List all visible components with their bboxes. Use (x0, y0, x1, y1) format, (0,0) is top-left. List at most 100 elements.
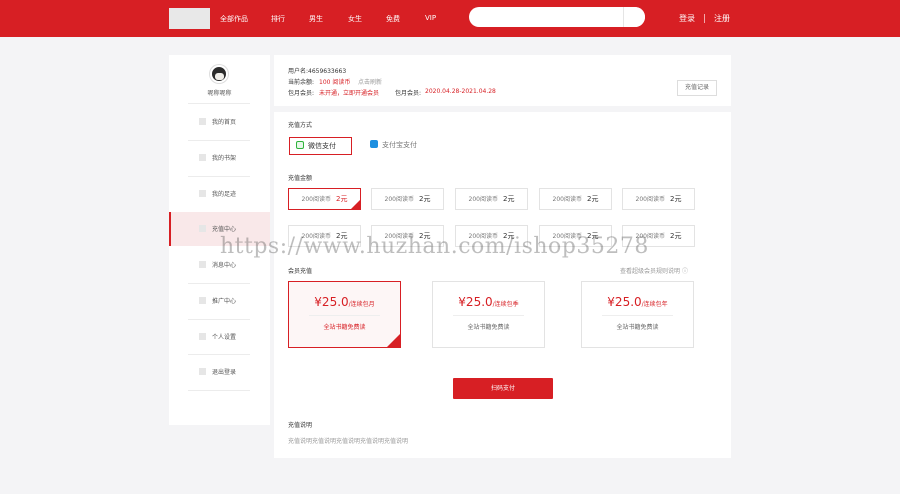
amount-coins: 200阅读币 (468, 196, 498, 203)
amount-price: 2元 (669, 195, 682, 203)
register-link[interactable]: 注册 (714, 13, 730, 24)
avatar-face (215, 73, 224, 80)
vip-price-unit: /连续包年 (641, 301, 668, 308)
avatar[interactable] (210, 65, 228, 83)
vip-price: ¥25.0/连续包季 (433, 295, 544, 309)
alipay-label: 支付宝支付 (382, 141, 417, 149)
nav-female[interactable]: 女生 (348, 14, 362, 24)
amount-option[interactable]: 200阅读币 2元 (622, 188, 695, 210)
recharge-log-button[interactable]: 充值记录 (677, 80, 717, 96)
top-bar: 全部作品 排行 男生 女生 免费 VIP 登录 注册 (0, 0, 900, 37)
wechat-icon (296, 141, 304, 149)
vip-plan-yearly[interactable]: ¥25.0/连续包年 全站书籍免费读 (581, 281, 694, 348)
sidebar-item-home[interactable]: 我的首页 (169, 105, 270, 139)
sidebar-item-settings[interactable]: 个人设置 (169, 320, 270, 354)
search-button[interactable] (623, 7, 645, 27)
sidebar-item-label: 充值中心 (212, 226, 237, 233)
sidebar-item-bookshelf[interactable]: 我的书架 (169, 141, 270, 175)
footprint-icon (199, 190, 206, 197)
amount-coins: 200阅读币 (301, 196, 331, 203)
home-icon (199, 118, 206, 125)
sidebar-item-promotion[interactable]: 推广中心 (169, 284, 270, 318)
sidebar-item-label: 退出登录 (212, 369, 237, 376)
selected-corner (387, 334, 400, 347)
amount-price: 2元 (335, 195, 348, 203)
wechat-pay-option[interactable]: 微信支付 (289, 137, 352, 155)
login-link[interactable]: 登录 (679, 13, 695, 24)
sidebar-item-logout[interactable]: 退出登录 (169, 355, 270, 389)
vip-price: ¥25.0/连续包年 (582, 295, 693, 309)
monthly-period-label: 包月会员: (395, 90, 422, 97)
vip-divider (453, 315, 524, 316)
vip-price-unit: /连续包月 (348, 301, 375, 308)
note-text: 充值说明充值说明充值说明充值说明充值说明 (288, 438, 409, 445)
recharge-card: 充值方式 微信支付 支付宝支付 充值金额 200阅读币 2元 200阅读币 2元 2… (274, 112, 731, 458)
amount-option[interactable]: 200阅读币 2元 (455, 188, 528, 210)
wechat-pay-label: 微信支付 (308, 142, 336, 150)
scan-pay-button[interactable]: 扫码支付 (453, 378, 553, 399)
nav-vip[interactable]: VIP (425, 14, 436, 22)
nav-all-works[interactable]: 全部作品 (220, 14, 248, 24)
note-title: 充值说明 (288, 422, 313, 429)
nav-free[interactable]: 免费 (386, 14, 400, 24)
alipay-icon (370, 140, 378, 148)
sidebar-item-label: 我的足迹 (212, 191, 237, 198)
vip-divider (602, 315, 673, 316)
alipay-option[interactable]: 支付宝支付 (364, 137, 434, 155)
amount-coins: 200阅读币 (635, 196, 665, 203)
nickname: 呢称呢称 (207, 90, 232, 97)
message-icon (199, 261, 206, 268)
balance-label: 当前余额: (288, 79, 315, 86)
monthly-period-value: 2020.04.28-2021.04.28 (425, 88, 496, 95)
sidebar-item-label: 我的首页 (212, 119, 237, 126)
username: 用户名:4659633663 (288, 68, 347, 75)
auth-divider (704, 14, 705, 23)
vip-title: 会员充值 (288, 268, 313, 275)
sidebar-item-history[interactable]: 我的足迹 (169, 177, 270, 211)
amount-coins: 200阅读币 (384, 196, 414, 203)
recharge-icon (199, 225, 206, 232)
amount-title: 充值金额 (288, 175, 313, 182)
vip-desc: 全站书籍免费读 (467, 324, 510, 331)
search-input[interactable] (469, 7, 645, 27)
amount-coins: 200阅读币 (552, 196, 582, 203)
amount-option[interactable]: 200阅读币 2元 (288, 188, 361, 210)
sidebar-divider (188, 103, 250, 104)
site-logo[interactable] (169, 8, 210, 29)
bookshelf-icon (199, 154, 206, 161)
account-info-card: 用户名:4659633663 当前余额: 100 阅读币 点击刷新 包月会员: … (274, 55, 731, 106)
sidebar-divider (188, 390, 250, 391)
balance-value: 100 阅读币 (319, 79, 351, 86)
amount-option[interactable]: 200阅读币 2元 (539, 188, 612, 210)
watermark: https://www.huzhan.com/ishop35278 (220, 234, 649, 259)
promotion-icon (199, 297, 206, 304)
selected-corner (351, 200, 360, 209)
vip-price-unit: /连续包季 (492, 301, 519, 308)
amount-price: 2元 (586, 195, 599, 203)
logout-icon (199, 368, 206, 375)
vip-price-value: ¥25.0 (607, 295, 642, 309)
nav-male[interactable]: 男生 (309, 14, 323, 24)
sidebar-item-label: 我的书架 (212, 155, 237, 162)
amount-price: 2元 (669, 232, 682, 240)
amount-price: 2元 (502, 195, 515, 203)
vip-plan-quarterly[interactable]: ¥25.0/连续包季 全站书籍免费读 (432, 281, 545, 348)
vip-price: ¥25.0/连续包月 (289, 295, 400, 309)
amount-option[interactable]: 200阅读币 2元 (371, 188, 444, 210)
info-icon: ⓘ (681, 268, 688, 275)
method-title: 充值方式 (288, 122, 313, 129)
monthly-open-link[interactable]: 未开通，立即开通会员 (319, 88, 379, 97)
amount-price: 2元 (418, 195, 431, 203)
sidebar-item-label: 个人设置 (212, 334, 237, 341)
vip-desc: 全站书籍免费读 (323, 324, 366, 331)
vip-price-value: ¥25.0 (458, 295, 493, 309)
vip-plan-monthly[interactable]: ¥25.0/连续包月 全站书籍免费读 (288, 281, 401, 348)
vip-divider (309, 315, 380, 316)
nav-ranking[interactable]: 排行 (271, 14, 285, 24)
vip-desc: 全站书籍免费读 (616, 324, 659, 331)
vip-price-value: ¥25.0 (314, 295, 349, 309)
refresh-link[interactable]: 点击刷新 (358, 77, 382, 86)
vip-rules-text: 查看超级会员规则说明 (620, 268, 681, 275)
sidebar-item-label: 消息中心 (212, 262, 237, 269)
vip-rules-link[interactable]: 查看超级会员规则说明 ⓘ (620, 266, 688, 275)
